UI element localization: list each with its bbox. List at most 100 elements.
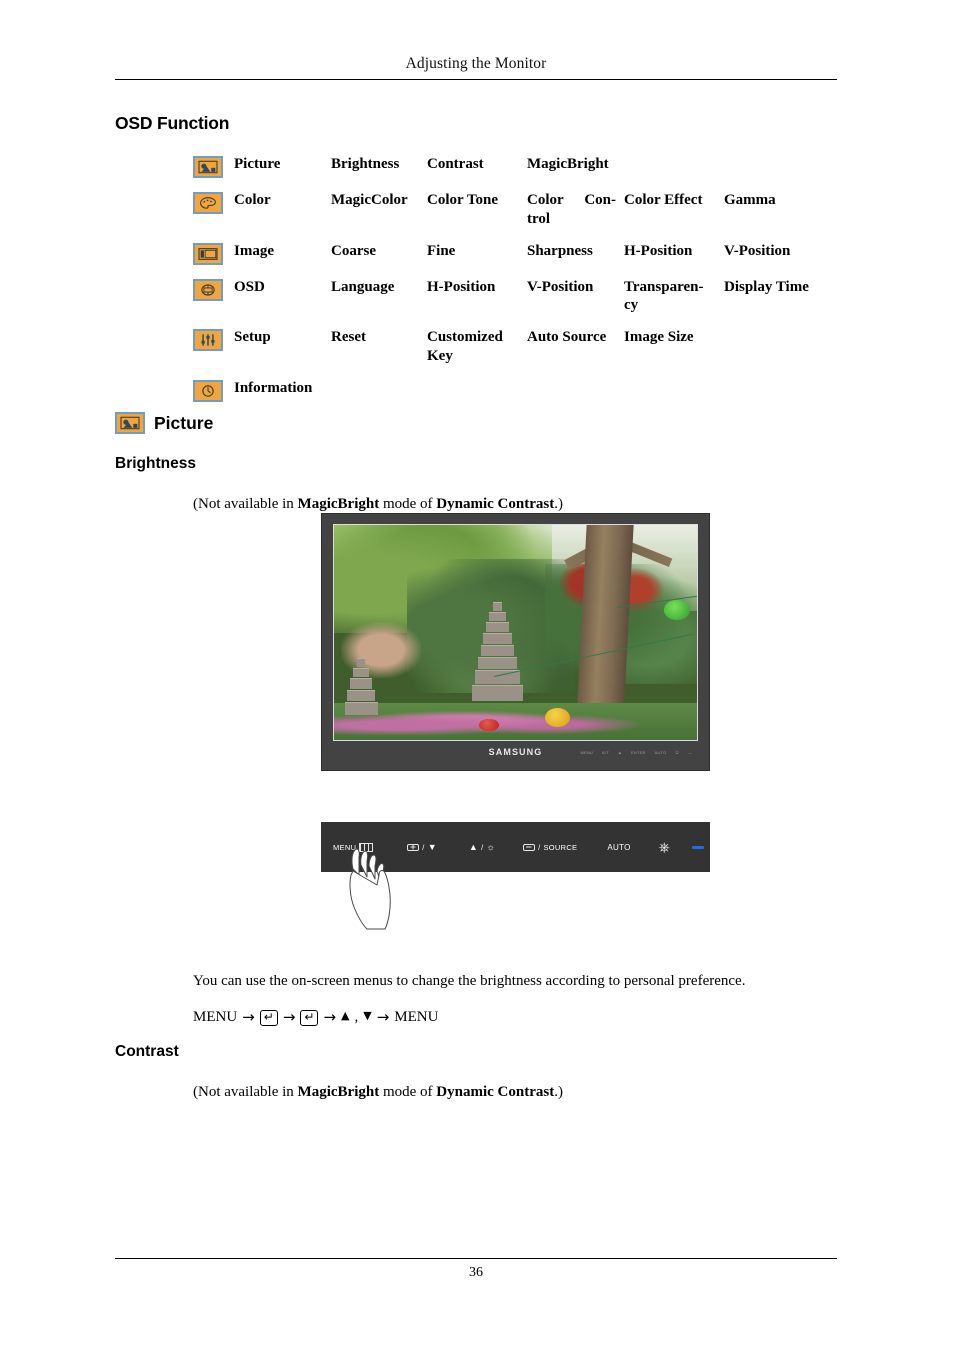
menu-path-comma: ,: [354, 1009, 359, 1025]
osd-row-icon-cell: [193, 328, 234, 351]
triangle-down-icon: ▼: [427, 841, 437, 852]
osd-cell: Color Tone: [427, 192, 498, 208]
control-panel-buttons: MENU / ▼ ▲ / ☼ / SOURCE AUTO ⎈: [321, 822, 710, 872]
scene-pagoda-main: [471, 602, 523, 714]
scene-lantern-yellow: [544, 707, 570, 728]
osd-menu-icon: [193, 278, 223, 301]
information-menu-icon: [193, 379, 223, 402]
osd-cell-customized-key: Customized Key: [427, 328, 527, 366]
osd-table-row: Color MagicColor Color Tone Color Con- t…: [193, 191, 843, 229]
picture-menu-icon: [115, 412, 145, 434]
bezel-key-label: ⏻: [675, 750, 679, 755]
osd-row-name: OSD: [234, 278, 265, 295]
auto-button-label: AUTO: [607, 842, 631, 852]
up-brightness-button[interactable]: ▲ / ☼: [468, 841, 495, 852]
osd-cell: Coarse: [331, 242, 376, 259]
control-panel-illustration: MENU / ▼ ▲ / ☼ / SOURCE AUTO ⎈: [321, 822, 710, 872]
auto-button[interactable]: AUTO: [607, 843, 630, 852]
bezel-key-label: MENU: [580, 750, 594, 755]
osd-cell: Reset: [331, 329, 366, 345]
triangle-up-icon: ▲: [468, 841, 479, 852]
osd-cell: MagicColor: [331, 192, 408, 208]
manual-page: Adjusting the Monitor OSD Function Pictu…: [0, 0, 954, 1350]
osd-cell: MagicBright: [527, 156, 609, 172]
osd-table-row: Information: [193, 379, 843, 402]
note-text: mode of: [379, 1084, 437, 1100]
osd-cell-part: Key: [427, 347, 453, 364]
note-text: .): [554, 1084, 563, 1100]
osd-cell: Gamma: [724, 192, 776, 208]
page-footer: 36: [115, 1258, 837, 1281]
osd-row-name: Information: [234, 379, 313, 396]
note-text: .): [554, 496, 563, 512]
power-led-indicator: [692, 845, 705, 849]
page-number: 36: [469, 1265, 483, 1280]
triangle-up-icon: ▲: [341, 1008, 350, 1022]
osd-cell: V-Position: [527, 278, 594, 295]
osd-row-icon-cell: [193, 191, 234, 214]
note-text: mode of: [379, 496, 437, 512]
note-text: (Not available in: [193, 1084, 298, 1100]
arrow-right-icon: →: [323, 1008, 337, 1026]
image-menu-icon: [193, 242, 223, 265]
setup-menu-icon: [193, 329, 223, 351]
note-text: (Not available in: [193, 496, 298, 512]
osd-table-row: Setup Reset Customized Key Auto Source I…: [193, 328, 843, 366]
bezel-key-label: A/T: [602, 750, 609, 755]
monitor-screen: [333, 524, 698, 741]
bezel-key-label: ENTER: [631, 750, 646, 755]
running-title: Adjusting the Monitor: [405, 55, 547, 72]
osd-table-row: Picture Brightness Contrast MagicBright: [193, 155, 843, 178]
osd-cell-part: trol: [527, 210, 551, 227]
arrow-right-icon: →: [376, 1008, 390, 1026]
contrast-availability-note: (Not available in MagicBright mode of Dy…: [193, 1082, 563, 1102]
header-divider: [115, 79, 837, 80]
picture-heading-label: Picture: [154, 412, 214, 433]
osd-row-icon-cell: [193, 155, 234, 178]
note-bold-dynamic-contrast: Dynamic Contrast: [436, 496, 555, 512]
osd-row-name: Picture: [234, 156, 281, 172]
scene-pagoda-small: [344, 658, 378, 718]
source-button[interactable]: / SOURCE: [523, 843, 577, 852]
key-separator: /: [481, 842, 484, 852]
key-separator: /: [538, 842, 541, 852]
osd-cell-part: Con-: [584, 192, 616, 208]
osd-cell: H-Position: [427, 278, 496, 295]
menu-button[interactable]: MENU: [333, 842, 374, 852]
osd-table-row: Image Coarse Fine Sharpness H-Position V…: [193, 242, 843, 265]
osd-cell-part: Color: [527, 192, 564, 208]
power-button[interactable]: ⎈: [659, 840, 671, 854]
osd-function-table: Picture Brightness Contrast MagicBright: [193, 155, 843, 415]
osd-cell: Language: [331, 278, 395, 295]
picture-menu-icon: [193, 156, 223, 178]
monitor-illustration: SAMSUNG MENU A/T ▲ ENTER AUTO ⏻ —: [321, 513, 710, 771]
note-bold-magicbright: MagicBright: [297, 1084, 380, 1100]
triangle-down-icon: ▼: [363, 1008, 372, 1022]
osd-cell: Image Size: [624, 329, 694, 345]
osd-row-name: Image: [234, 242, 274, 259]
scene-lantern-green: [664, 600, 690, 620]
menu-path-end: MENU: [394, 1009, 439, 1025]
bezel-key-label: —: [687, 750, 692, 755]
osd-row-icon-cell: [193, 242, 234, 265]
osd-cell-transparency: Transparen- cy: [624, 278, 724, 316]
enter-key-icon: [523, 843, 536, 851]
power-icon: ⎈: [658, 839, 671, 855]
osd-cell: Auto Source: [527, 329, 607, 345]
monitor-bottom-bezel: SAMSUNG MENU A/T ▲ ENTER AUTO ⏻ —: [333, 741, 698, 770]
brightness-description: You can use the on-screen menus to chang…: [193, 973, 746, 989]
osd-cell-part: cy: [624, 297, 639, 314]
osd-row-icon-cell: [193, 278, 234, 301]
enter-down-button[interactable]: / ▼: [407, 841, 437, 852]
osd-cell: Brightness: [331, 156, 400, 172]
power-indicator: [692, 845, 705, 849]
osd-cell: Contrast: [427, 156, 484, 172]
page-header: Adjusting the Monitor: [115, 55, 837, 80]
footer-divider: [115, 1258, 837, 1259]
osd-function-heading: OSD Function: [115, 113, 230, 133]
osd-cell: Color Effect: [624, 192, 703, 208]
osd-row-name: Setup: [234, 329, 271, 345]
menu-grid-icon: [359, 842, 374, 852]
arrow-right-icon: →: [282, 1008, 296, 1026]
bezel-key-label: AUTO: [654, 750, 667, 755]
